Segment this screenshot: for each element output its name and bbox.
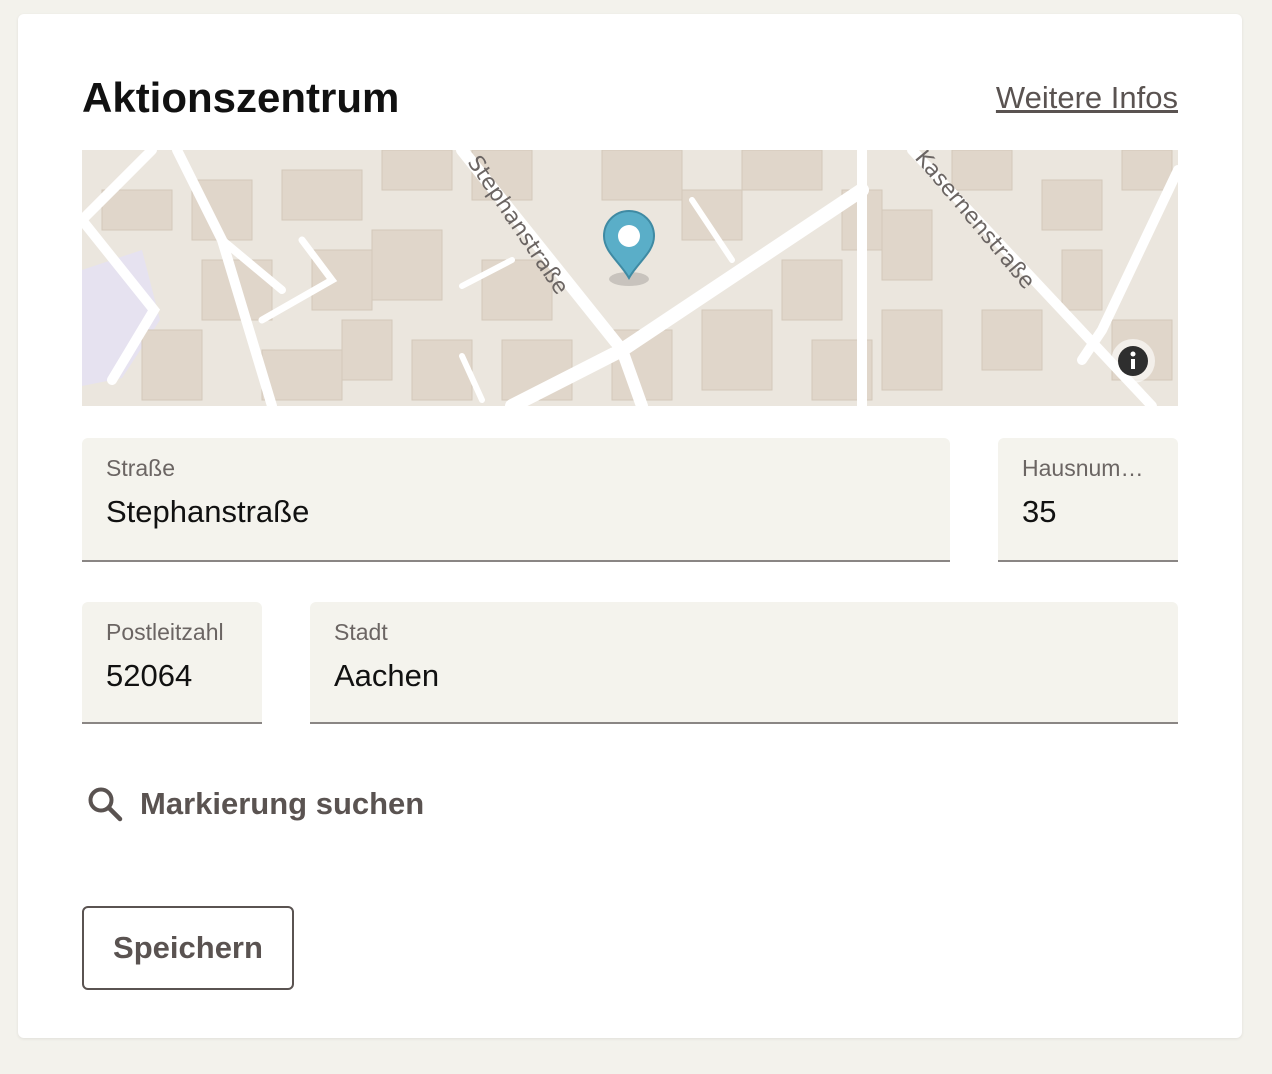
city-field[interactable]: Stadt: [310, 602, 1178, 724]
postal-code-field[interactable]: Postleitzahl: [82, 602, 262, 724]
search-marker-label: Markierung suchen: [140, 786, 425, 821]
save-button[interactable]: Speichern: [82, 906, 294, 990]
search-marker-button[interactable]: Markierung suchen: [86, 782, 424, 826]
street-field[interactable]: Straße: [82, 438, 950, 562]
card-title: Aktionszentrum: [82, 74, 400, 121]
city-input[interactable]: [334, 656, 1158, 696]
postal-code-input[interactable]: [106, 656, 242, 696]
search-icon: [88, 787, 123, 822]
more-info-link[interactable]: Weitere Infos: [996, 78, 1178, 118]
map-view[interactable]: Stephanstraße Kasernenstraße: [82, 150, 1178, 406]
street-label: Straße: [106, 455, 176, 481]
info-icon[interactable]: [1111, 339, 1155, 383]
house-number-input[interactable]: [1022, 492, 1158, 532]
street-input[interactable]: [106, 492, 930, 532]
city-label: Stadt: [334, 619, 388, 645]
house-number-label: Hausnummer: [1022, 455, 1154, 481]
address-card: Aktionszentrum Weitere Infos Stephanstra…: [18, 14, 1242, 1038]
house-number-field[interactable]: Hausnummer: [998, 438, 1178, 562]
postal-code-label: Postleitzahl: [106, 619, 224, 645]
